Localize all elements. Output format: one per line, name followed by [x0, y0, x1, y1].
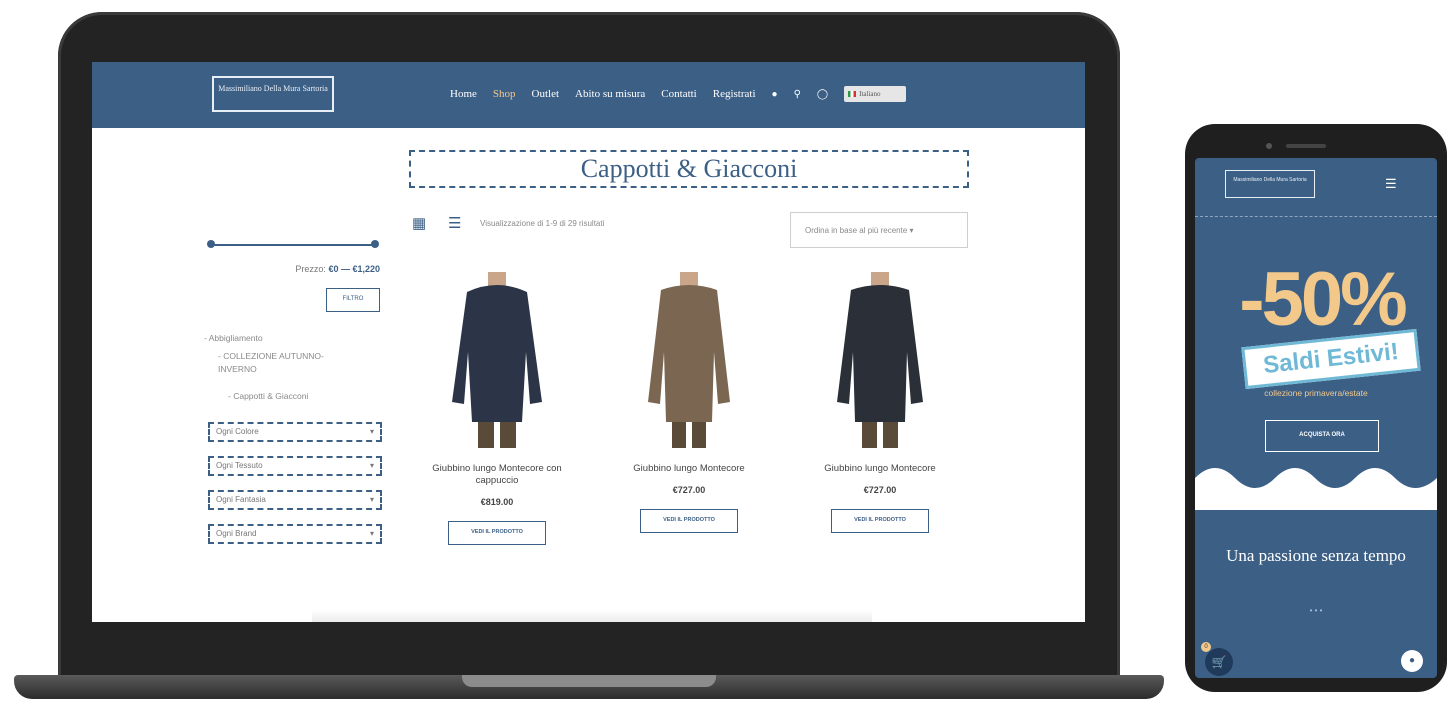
camera-icon: [1266, 143, 1272, 149]
price-label: Prezzo: €0 — €1,220: [252, 264, 380, 274]
product-price: €819.00: [480, 497, 514, 507]
fabric-filter-dropdown[interactable]: Ogni Tessuto ▾: [208, 456, 382, 476]
laptop-screen: Massimiliano Della Mura Sartoria Home Sh…: [92, 62, 1085, 622]
user-icon[interactable]: ●: [772, 89, 778, 100]
wave-divider: [1195, 468, 1437, 510]
dropdown-label: Ogni Tessuto: [216, 461, 263, 470]
chevron-down-icon: ▾: [907, 225, 914, 235]
chevron-down-icon: ▾: [369, 529, 374, 538]
price-slider-min-handle[interactable]: [207, 240, 215, 248]
nav-item-home[interactable]: Home: [450, 88, 477, 100]
product-name[interactable]: Giubbino lungo Montecore: [805, 463, 955, 475]
sale-percentage: -50%: [1239, 257, 1407, 342]
language-label: Italiano: [859, 90, 881, 98]
main-nav: Home Shop Outlet Abito su misura Contatt…: [450, 86, 907, 102]
mobile-site-logo[interactable]: Massimiliano Della Mura Sartoria: [1225, 170, 1315, 198]
search-icon[interactable]: ⚲: [794, 89, 801, 100]
laptop-notch: [462, 675, 716, 687]
page-title: Cappotti & Giacconi: [409, 150, 969, 188]
sort-dropdown[interactable]: Ordina in base al più recente ▾: [790, 212, 968, 248]
nav-item-abito-su-misura[interactable]: Abito su misura: [575, 88, 645, 100]
result-count: Visualizzazione di 1-9 di 29 risultati: [480, 219, 605, 228]
category-link[interactable]: - Abbigliamento: [204, 332, 263, 345]
price-prefix: Prezzo:: [295, 264, 326, 274]
product-name[interactable]: Giubbino lungo Montecore: [614, 463, 764, 475]
phone-screen: Massimiliano Della Mura Sartoria ☰ -50% …: [1195, 158, 1437, 678]
product-card[interactable]: Giubbino lungo Montecore €727.00 VEDI IL…: [614, 272, 764, 533]
brand-filter-dropdown[interactable]: Ogni Brand ▾: [208, 524, 382, 544]
nav-item-outlet[interactable]: Outlet: [532, 88, 560, 100]
view-product-button[interactable]: VEDI IL PRODOTTO: [831, 509, 929, 533]
speaker-grille: [1286, 144, 1326, 148]
list-view-icon[interactable]: ☰: [448, 214, 461, 232]
next-row-preview: [312, 610, 872, 622]
view-product-button[interactable]: VEDI IL PRODOTTO: [448, 521, 546, 545]
product-image[interactable]: [422, 272, 572, 450]
grid-view-icon[interactable]: ▦: [412, 214, 426, 232]
color-filter-dropdown[interactable]: Ogni Colore ▾: [208, 422, 382, 442]
nav-item-contatti[interactable]: Contatti: [661, 88, 696, 100]
category-label: Cappotti & Giacconi: [233, 391, 309, 401]
sort-label: Ordina in base al più recente: [805, 225, 908, 235]
filter-button[interactable]: FILTRO: [326, 288, 380, 312]
chevron-down-icon: ▾: [369, 495, 374, 504]
divider: [1195, 216, 1437, 217]
product-price: €727.00: [863, 485, 897, 495]
section-heading: Una passione senza tempo: [1226, 546, 1406, 565]
price-range: €0 — €1,220: [328, 264, 380, 274]
product-image[interactable]: [614, 272, 764, 450]
section-separator: • • •: [1309, 606, 1323, 615]
cart-icon[interactable]: 🛒: [1205, 648, 1233, 676]
dropdown-label: Ogni Colore: [216, 427, 259, 436]
category-link[interactable]: - Cappotti & Giacconi: [228, 390, 308, 403]
pattern-filter-dropdown[interactable]: Ogni Fantasia ▾: [208, 490, 382, 510]
language-selector[interactable]: Italiano: [844, 86, 907, 102]
price-slider-max-handle[interactable]: [371, 240, 379, 248]
instagram-icon[interactable]: ◯: [817, 89, 828, 100]
chat-icon[interactable]: ●: [1401, 650, 1423, 672]
nav-item-registrati[interactable]: Registrati: [713, 88, 756, 100]
chevron-down-icon: ▾: [369, 461, 374, 470]
chevron-down-icon: ▾: [369, 427, 374, 436]
site-logo[interactable]: Massimiliano Della Mura Sartoria: [212, 76, 334, 112]
view-product-button[interactable]: VEDI IL PRODOTTO: [640, 509, 738, 533]
dropdown-label: Ogni Brand: [216, 529, 257, 538]
site-header: Massimiliano Della Mura Sartoria Home Sh…: [92, 62, 1085, 128]
hamburger-menu-icon[interactable]: ☰: [1385, 176, 1397, 192]
product-card[interactable]: Giubbino lungo Montecore con cappuccio €…: [422, 272, 572, 545]
category-label: Abbigliamento: [208, 333, 263, 343]
product-image[interactable]: [805, 272, 955, 450]
price-slider-track[interactable]: [210, 244, 374, 246]
category-label: COLLEZIONE AUTUNNO-INVERNO: [218, 351, 324, 374]
product-name[interactable]: Giubbino lungo Montecore con cappuccio: [422, 463, 572, 487]
device-mockup-scene: Massimiliano Della Mura Sartoria Home Sh…: [0, 0, 1453, 706]
shop-now-button[interactable]: ACQUISTA ORA: [1265, 420, 1379, 452]
collection-subtitle: collezione primavera/estate: [1264, 388, 1368, 398]
product-card[interactable]: Giubbino lungo Montecore €727.00 VEDI IL…: [805, 272, 955, 533]
cart-count-badge: 0: [1201, 642, 1211, 652]
dropdown-label: Ogni Fantasia: [216, 495, 266, 504]
italy-flag-icon: [848, 91, 857, 97]
category-link[interactable]: - COLLEZIONE AUTUNNO-INVERNO: [218, 350, 358, 376]
product-price: €727.00: [672, 485, 706, 495]
nav-item-shop[interactable]: Shop: [493, 88, 516, 100]
